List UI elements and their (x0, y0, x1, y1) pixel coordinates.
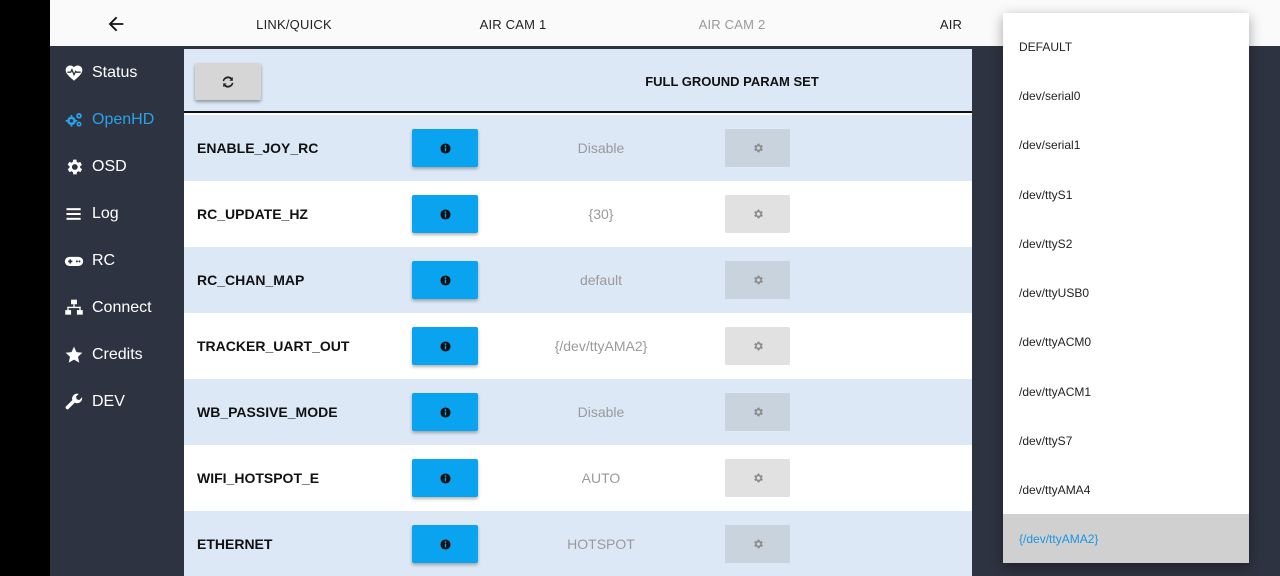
info-button[interactable] (412, 129, 478, 167)
sidebar-item-dev[interactable]: DEV (50, 379, 184, 425)
param-row: ENABLE_JOY_RC Disable (184, 115, 972, 181)
edit-param-button[interactable] (725, 525, 790, 563)
serial-port-dropdown: DEFAULT /dev/serial0 /dev/serial1 /dev/t… (1003, 13, 1249, 563)
info-icon (439, 274, 451, 286)
tab-link-quick[interactable]: LINK/QUICK (236, 0, 352, 49)
sidebar-item-connect[interactable]: Connect (50, 285, 184, 331)
info-button[interactable] (412, 459, 478, 497)
sidebar-item-openhd[interactable]: OpenHD (50, 97, 184, 143)
sidebar-item-label: RC (92, 252, 116, 269)
dropdown-option[interactable]: /dev/ttyS2 (1003, 219, 1249, 268)
dropdown-option[interactable]: /dev/ttyAMA4 (1003, 465, 1249, 514)
gear-icon (753, 143, 763, 153)
gear-icon (753, 407, 763, 417)
param-name: ENABLE_JOY_RC (197, 140, 319, 156)
arrow-left-icon (108, 16, 124, 32)
info-icon (439, 340, 451, 352)
info-button[interactable] (412, 261, 478, 299)
dropdown-option[interactable]: /dev/serial1 (1003, 120, 1249, 169)
dropdown-option-selected[interactable]: {/dev/ttyAMA2} (1003, 514, 1249, 563)
refresh-icon (222, 75, 234, 88)
dropdown-option[interactable]: /dev/ttyS7 (1003, 416, 1249, 465)
back-button[interactable] (97, 7, 135, 41)
sidebar-item-log[interactable]: Log (50, 191, 184, 237)
tab-air[interactable]: AIR (893, 0, 1009, 49)
menu-lines-icon (63, 203, 85, 225)
param-value: AUTO (581, 470, 621, 486)
sidebar-item-label: OSD (92, 158, 127, 175)
dropdown-option[interactable]: /dev/ttyUSB0 (1003, 268, 1249, 317)
sidebar-item-label: Credits (92, 346, 143, 363)
gamepad-icon (63, 250, 85, 272)
refresh-button[interactable] (195, 63, 261, 100)
sidebar-item-rc[interactable]: RC (50, 238, 184, 284)
gear-icon (753, 275, 763, 285)
param-row: WIFI_HOTSPOT_E AUTO (184, 445, 972, 511)
param-name: WIFI_HOTSPOT_E (197, 470, 320, 486)
param-row: RC_CHAN_MAP default (184, 247, 972, 313)
param-value: default (579, 272, 623, 288)
info-icon (439, 472, 451, 484)
param-value: HOTSPOT (567, 536, 635, 552)
sidebar-item-status[interactable]: Status (50, 50, 184, 96)
param-value: {/dev/ttyAMA2} (554, 338, 648, 354)
tab-air-cam-1[interactable]: AIR CAM 1 (455, 0, 571, 49)
cogs-icon (63, 109, 85, 131)
param-value: {30} (588, 206, 614, 222)
sidebar-item-label: Log (92, 205, 119, 222)
param-name: WB_PASSIVE_MODE (197, 404, 338, 420)
param-panel-header: FULL GROUND PARAM SET (184, 49, 972, 113)
info-button[interactable] (412, 525, 478, 563)
param-row: ETHERNET HOTSPOT (184, 511, 972, 576)
gear-icon (63, 156, 85, 178)
info-button[interactable] (412, 195, 478, 233)
sidebar-item-label: Status (92, 64, 138, 81)
page-title: FULL GROUND PARAM SET (645, 73, 819, 89)
star-icon (63, 344, 85, 366)
edit-param-button[interactable] (725, 459, 790, 497)
sidebar-item-credits[interactable]: Credits (50, 332, 184, 378)
dropdown-option[interactable]: /dev/ttyS1 (1003, 170, 1249, 219)
dropdown-option[interactable]: /dev/ttyACM1 (1003, 367, 1249, 416)
info-icon (439, 208, 451, 220)
param-name: TRACKER_UART_OUT (197, 338, 350, 354)
info-button[interactable] (412, 393, 478, 431)
gear-icon (753, 473, 763, 483)
info-button[interactable] (412, 327, 478, 365)
info-icon (439, 538, 451, 550)
sidebar-item-label: Connect (92, 299, 152, 316)
edit-param-button[interactable] (725, 261, 790, 299)
param-value: Disable (577, 404, 625, 420)
wrench-icon (63, 391, 85, 413)
dropdown-option[interactable]: /dev/ttyACM0 (1003, 317, 1249, 366)
gear-icon (753, 341, 763, 351)
edit-param-button[interactable] (725, 327, 790, 365)
param-name: ETHERNET (197, 536, 273, 552)
network-icon (63, 297, 85, 319)
info-icon (439, 142, 451, 154)
edit-param-button[interactable] (725, 129, 790, 167)
param-row: WB_PASSIVE_MODE Disable (184, 379, 972, 445)
sidebar-item-label: OpenHD (92, 111, 155, 128)
param-panel: FULL GROUND PARAM SET ENABLE_JOY_RC Disa… (184, 49, 972, 576)
edit-param-button[interactable] (725, 195, 790, 233)
edit-param-button[interactable] (725, 393, 790, 431)
sidebar-item-osd[interactable]: OSD (50, 144, 184, 190)
heartbeat-icon (63, 62, 85, 84)
dropdown-option[interactable]: DEFAULT (1003, 22, 1249, 71)
param-name: RC_UPDATE_HZ (197, 206, 308, 222)
param-row: RC_UPDATE_HZ {30} (184, 181, 972, 247)
sidebar-item-label: DEV (92, 393, 125, 410)
info-icon (439, 406, 451, 418)
param-row: TRACKER_UART_OUT {/dev/ttyAMA2} (184, 313, 972, 379)
sidebar: Status OpenHD OSD Log RC Connect Credits… (50, 49, 184, 576)
dropdown-option[interactable]: /dev/serial0 (1003, 71, 1249, 120)
gear-icon (753, 209, 763, 219)
tab-air-cam-2[interactable]: AIR CAM 2 (674, 0, 790, 49)
gear-icon (753, 539, 763, 549)
param-name: RC_CHAN_MAP (197, 272, 305, 288)
param-value: Disable (577, 140, 625, 156)
